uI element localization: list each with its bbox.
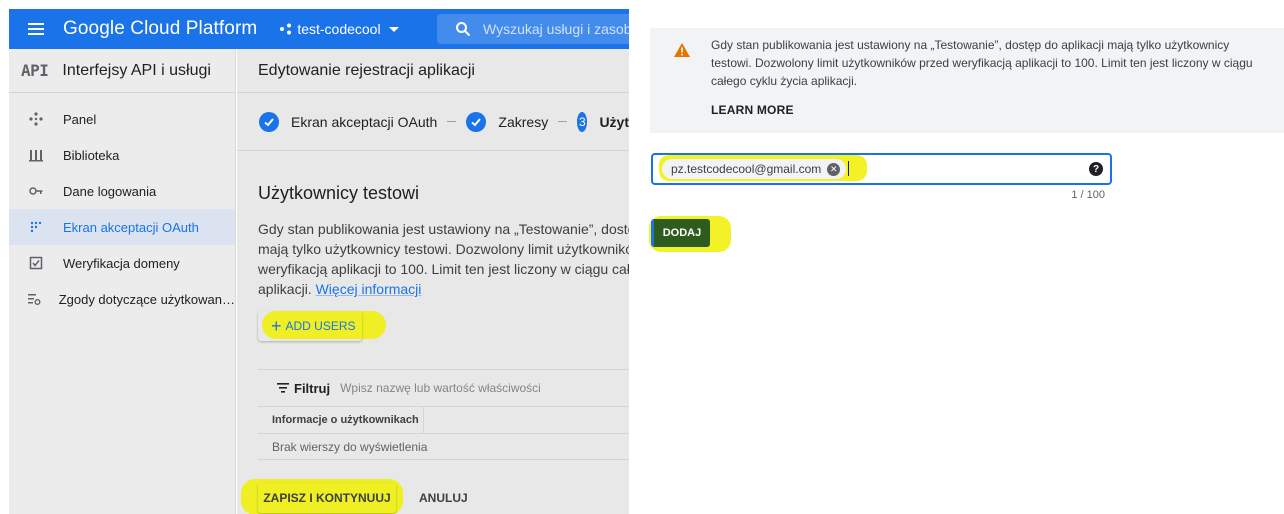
api-logo: API: [21, 61, 49, 80]
project-name: test-codecool: [297, 21, 381, 37]
search-input[interactable]: Wyszukaj usługi i zasob: [437, 14, 629, 44]
email-chip[interactable]: pz.testcodecool@gmail.com ✕: [662, 159, 847, 179]
add-users-panel: Gdy stan publikowania jest ustawiony na …: [629, 0, 1284, 514]
project-selector[interactable]: test-codecool: [279, 21, 399, 37]
sidebar-item-label: Dane logowania: [63, 183, 157, 199]
description-line: aplikacji.: [258, 281, 316, 297]
diamond-move-icon: [9, 112, 63, 126]
filter-icon: [277, 383, 289, 393]
main-content: Edytowanie rejestracji aplikacji Ekran a…: [237, 49, 629, 514]
sidebar-item-label: Weryfikacja domeny: [63, 255, 180, 271]
chip-remove-icon[interactable]: ✕: [827, 162, 841, 176]
warning-callout: Gdy stan publikowania jest ustawiony na …: [650, 28, 1284, 133]
step-scopes[interactable]: Zakresy: [498, 114, 548, 130]
step-number-badge: 3: [577, 111, 588, 132]
sidebar-item-panel[interactable]: Panel: [9, 101, 235, 137]
sidebar-item-label: Zgody dotyczące użytkowan…: [58, 291, 235, 307]
check-circle-icon: [466, 111, 487, 132]
step-divider: [558, 121, 568, 122]
warning-text: Gdy stan publikowania jest ustawiony na …: [711, 38, 1253, 88]
sidebar-item-library[interactable]: Biblioteka: [9, 137, 235, 173]
search-icon: [456, 22, 471, 37]
plus-icon: +: [271, 316, 282, 336]
description-line: mają tylko użytkownicy testowi. Dozwolon…: [258, 241, 629, 257]
project-dots-icon: [280, 23, 292, 35]
learn-more-link[interactable]: LEARN MORE: [711, 103, 794, 117]
sidebar-header: API Interfejsy API i usługi: [9, 49, 235, 93]
step-oauth-consent[interactable]: Ekran akceptacji OAuth: [291, 114, 437, 130]
sidebar-item-user-consents[interactable]: Zgody dotyczące użytkowan…: [9, 281, 235, 317]
help-icon[interactable]: ?: [1089, 162, 1103, 176]
checkbox-icon: [9, 256, 63, 270]
table-empty-row: Brak wierszy do wyświetlenia: [258, 434, 629, 460]
sidebar: API Interfejsy API i usługi Panel Biblio…: [9, 49, 236, 514]
add-button[interactable]: DODAJ: [651, 219, 710, 247]
sidebar-item-label: Ekran akceptacji OAuth: [63, 219, 199, 235]
section-description: Gdy stan publikowania jest ustawiony na …: [258, 219, 629, 299]
search-placeholder: Wyszukaj usługi i zasob: [483, 21, 629, 37]
cancel-button[interactable]: ANULUJ: [419, 483, 468, 513]
sidebar-title: Interfejsy API i usługi: [62, 61, 211, 79]
dots-grid-icon: [9, 220, 63, 234]
column-header-user-info[interactable]: Informacje o użytkownikach: [258, 407, 424, 433]
filter-bar[interactable]: Filtruj Wpisz nazwę lub wartość właściwo…: [258, 369, 629, 407]
sidebar-item-credentials[interactable]: Dane logowania: [9, 173, 235, 209]
step-divider: [447, 121, 457, 122]
menu-icon[interactable]: [9, 19, 63, 39]
filter-placeholder: Wpisz nazwę lub wartość właściwości: [340, 381, 541, 395]
text-cursor: [848, 161, 849, 176]
chip-email-text: pz.testcodecool@gmail.com: [671, 162, 822, 176]
save-continue-button[interactable]: ZAPISZ I KONTYNUUJ: [258, 483, 396, 513]
sidebar-item-oauth-consent[interactable]: Ekran akceptacji OAuth: [9, 209, 235, 245]
library-icon: [9, 148, 63, 162]
stepper: Ekran akceptacji OAuth Zakresy 3 Użyt: [237, 93, 629, 151]
key-icon: [9, 184, 63, 198]
more-info-link[interactable]: Więcej informacji: [316, 281, 422, 297]
description-line: weryfikacją aplikacji to 100. Limit ten …: [258, 261, 629, 277]
warning-icon: [674, 43, 690, 57]
table-header: Informacje o użytkownikach: [258, 407, 629, 434]
description-line: Gdy stan publikowania jest ustawiony na …: [258, 221, 629, 237]
sidebar-item-domain-verification[interactable]: Weryfikacja domeny: [9, 245, 235, 281]
filter-label: Filtruj: [294, 380, 331, 396]
user-counter: 1 / 100: [1071, 189, 1105, 201]
sidebar-item-label: Panel: [63, 111, 97, 127]
step-test-users[interactable]: Użyt: [599, 114, 629, 130]
list-settings-icon: [9, 292, 59, 306]
chevron-down-icon: [388, 26, 399, 32]
sidebar-item-label: Biblioteka: [63, 147, 120, 163]
page-title: Edytowanie rejestracji aplikacji: [237, 49, 629, 93]
top-app-bar: Google Cloud Platform test-codecool Wysz…: [9, 9, 629, 49]
add-users-button[interactable]: + ADD USERS: [258, 311, 362, 341]
add-users-label: ADD USERS: [285, 319, 356, 333]
section-title: Użytkownicy testowi: [258, 183, 420, 203]
check-circle-icon: [259, 111, 279, 132]
brand-title[interactable]: Google Cloud Platform: [63, 18, 257, 40]
